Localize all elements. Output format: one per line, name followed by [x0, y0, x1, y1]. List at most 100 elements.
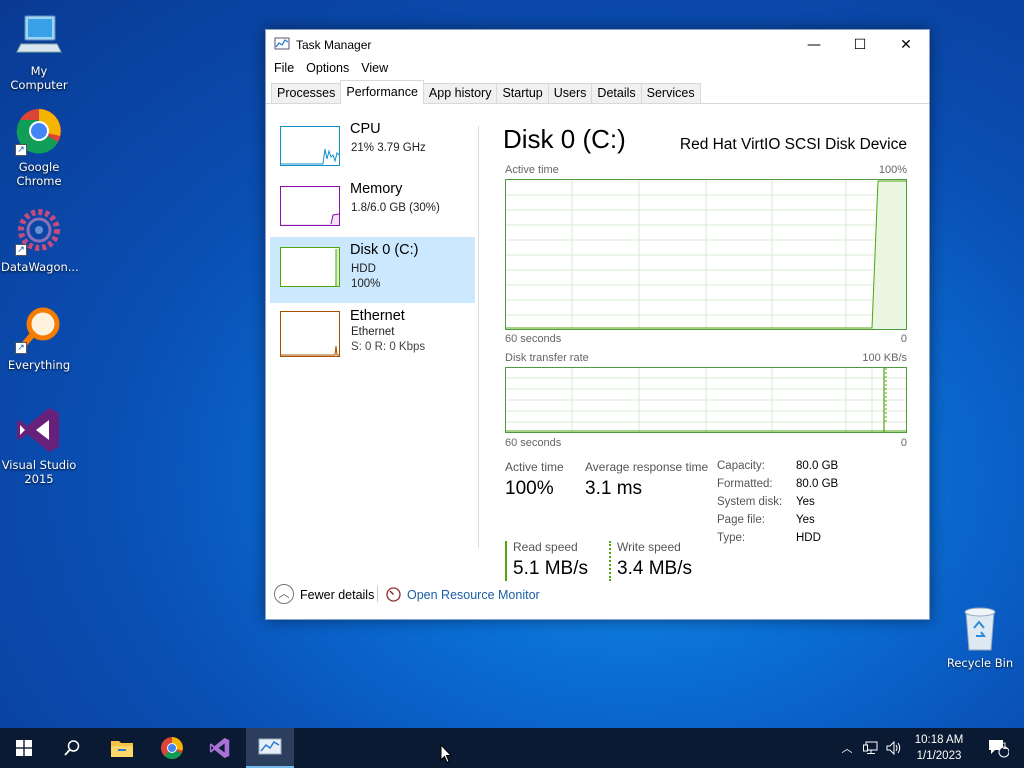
tab-users[interactable]: Users: [547, 83, 593, 103]
resource-monitor-icon[interactable]: [386, 587, 401, 602]
visual-studio-icon: [13, 404, 65, 456]
maximize-button[interactable]: ☐: [837, 30, 883, 60]
tab-details[interactable]: Details: [591, 83, 642, 103]
tab-performance[interactable]: Performance: [340, 80, 424, 104]
desktop-icon-label: Google Chrome: [16, 160, 62, 188]
transfer-rate-graph: [505, 367, 907, 433]
magnifier-icon: ↗: [13, 304, 65, 356]
window-title: Task Manager: [296, 38, 372, 52]
menu-file[interactable]: File: [268, 60, 300, 80]
clock-date: 1/1/2023: [916, 750, 962, 762]
network-icon[interactable]: [861, 728, 881, 768]
menu-bar: File Options View: [266, 60, 929, 80]
taskbar-task-manager[interactable]: [246, 728, 294, 768]
taskbar: ︿ 10:18 AM 1/1/2023 1: [0, 728, 1024, 768]
active-time-graph-xend: 0: [900, 333, 907, 345]
formatted-label: Formatted:: [717, 478, 773, 490]
notification-count: 1: [1002, 742, 1008, 752]
system-disk-label: System disk:: [717, 496, 783, 508]
cpu-mini-graph: [280, 126, 340, 166]
taskbar-clock[interactable]: 10:18 AM 1/1/2023: [905, 732, 973, 764]
system-disk-value: Yes: [796, 496, 815, 508]
shortcut-arrow-icon: ↗: [15, 342, 27, 354]
perf-item-detail-2: S: 0 R: 0 Kbps: [351, 341, 426, 353]
mouse-cursor-icon: [440, 743, 453, 767]
desktop-icon-datawagon[interactable]: ↗ DataWagon...: [1, 206, 79, 274]
footer-divider: [377, 586, 378, 602]
page-file-value: Yes: [796, 514, 815, 526]
capacity-value: 80.0 GB: [796, 460, 839, 472]
tab-app-history[interactable]: App history: [422, 83, 498, 103]
tab-startup[interactable]: Startup: [496, 83, 549, 103]
transfer-rate-graph-xend: 0: [900, 437, 907, 449]
menu-view[interactable]: View: [355, 60, 394, 80]
tab-strip: Processes Performance App history Startu…: [266, 80, 929, 104]
desktop-icon-recycle-bin[interactable]: Recycle Bin: [942, 602, 1018, 670]
clock-time: 10:18 AM: [914, 734, 964, 746]
perf-item-disk[interactable]: Disk 0 (C:) HDD 100%: [270, 237, 475, 303]
computer-icon: [13, 10, 65, 62]
type-label: Type:: [717, 532, 746, 544]
desktop-icon-google-chrome[interactable]: ↗ Google Chrome: [1, 106, 77, 188]
search-button[interactable]: [48, 728, 96, 768]
transfer-rate-graph-max: 100 KB/s: [862, 352, 907, 364]
perf-item-name: Ethernet: [350, 308, 405, 324]
menu-options[interactable]: Options: [300, 60, 355, 80]
perf-item-cpu[interactable]: CPU 21% 3.79 GHz: [270, 116, 475, 182]
task-manager-icon: [274, 36, 290, 55]
write-speed-label: Write speed: [617, 540, 681, 554]
formatted-value: 80.0 GB: [796, 478, 839, 490]
active-time-graph-label: Active time: [505, 164, 559, 176]
window-footer: ︿ Fewer details Open Resource Monitor: [266, 582, 929, 610]
tab-processes[interactable]: Processes: [271, 83, 342, 103]
desktop-icon-label: My Computer: [10, 64, 68, 92]
perf-item-detail: 21% 3.79 GHz: [351, 142, 426, 154]
perf-item-detail: Ethernet: [351, 326, 395, 338]
shortcut-arrow-icon: ↗: [15, 244, 27, 256]
tab-services[interactable]: Services: [640, 83, 701, 103]
show-hidden-icons-button[interactable]: ︿: [838, 728, 856, 768]
read-speed-label: Read speed: [513, 540, 578, 554]
open-resource-monitor-link[interactable]: Open Resource Monitor: [407, 588, 540, 602]
volume-icon[interactable]: [884, 728, 904, 768]
desktop-icon-label: DataWagon...: [1, 260, 79, 274]
fewer-details-link[interactable]: Fewer details: [300, 588, 374, 602]
desktop-icon-label: Visual Studio 2015: [1, 458, 77, 486]
chevron-up-icon[interactable]: ︿: [274, 584, 294, 604]
avg-response-label: Average response time: [585, 460, 709, 474]
recycle-bin-icon: [954, 602, 1006, 654]
read-speed-value: 5.1 MB/s: [513, 558, 588, 579]
transfer-rate-graph-xstart: 60 seconds: [505, 437, 562, 449]
page-file-label: Page file:: [717, 514, 765, 526]
write-speed-value: 3.4 MB/s: [617, 558, 692, 579]
active-time-label: Active time: [505, 460, 564, 474]
search-icon: [64, 740, 80, 756]
perf-item-ethernet[interactable]: Ethernet Ethernet S: 0 R: 0 Kbps: [270, 303, 475, 369]
active-time-value: 100%: [505, 478, 554, 499]
taskbar-chrome[interactable]: [148, 728, 196, 768]
avg-response-value: 3.1 ms: [585, 478, 643, 499]
action-center-button[interactable]: 1: [978, 728, 1018, 768]
ethernet-mini-graph: [280, 311, 340, 357]
chrome-icon: [161, 737, 183, 759]
desktop-icon-label: Everything: [7, 358, 71, 372]
close-button[interactable]: ✕: [883, 30, 929, 60]
perf-item-name: Disk 0 (C:): [350, 242, 419, 258]
task-manager-icon: [258, 738, 282, 755]
active-time-graph-xstart: 60 seconds: [505, 333, 562, 345]
perf-item-detail-2: 100%: [351, 278, 381, 290]
perf-item-memory[interactable]: Memory 1.8/6.0 GB (30%): [270, 176, 475, 242]
type-value: HDD: [796, 532, 821, 544]
taskbar-file-explorer[interactable]: [98, 728, 146, 768]
chevron-up-icon: ︿: [841, 742, 853, 755]
minimize-button[interactable]: —: [791, 30, 837, 60]
title-bar[interactable]: Task Manager — ☐ ✕: [266, 30, 929, 60]
taskbar-visual-studio[interactable]: [196, 728, 244, 768]
desktop-icon-everything[interactable]: ↗ Everything: [1, 304, 77, 372]
desktop-icon-my-computer[interactable]: My Computer: [1, 10, 77, 92]
desktop-icon-visual-studio[interactable]: Visual Studio 2015: [1, 404, 77, 486]
capacity-label: Capacity:: [717, 460, 765, 472]
disk-model: Red Hat VirtIO SCSI Disk Device: [679, 136, 907, 153]
start-button[interactable]: [0, 728, 48, 768]
perf-item-name: Memory: [350, 181, 403, 197]
